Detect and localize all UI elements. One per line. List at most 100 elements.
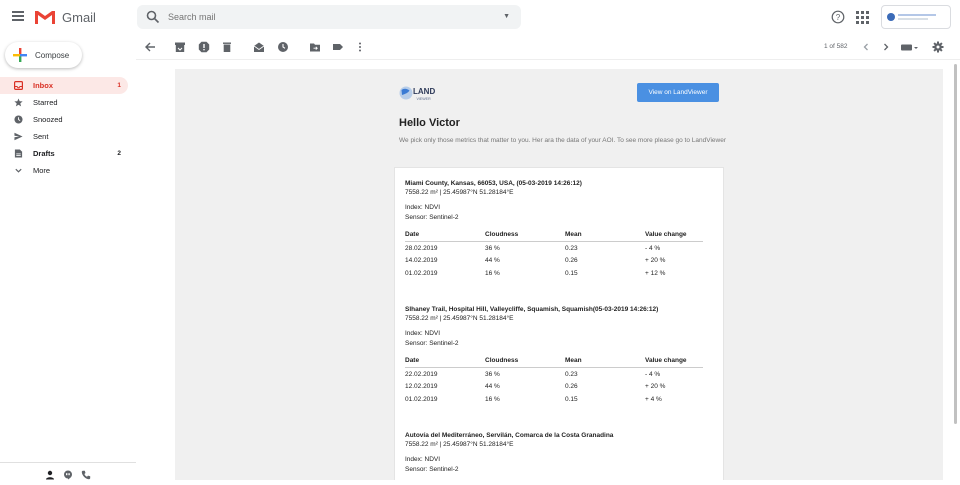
contacts-icon[interactable] — [45, 467, 55, 479]
aoi-index: Index: NDVI — [405, 204, 441, 211]
cell-date: 12.02.2019 — [405, 383, 438, 391]
account-logo-icon — [887, 13, 895, 21]
search-options-icon[interactable]: ▼ — [503, 13, 510, 20]
aoi-area: 7558.22 m² | 25.45987°N 51.28184°E — [405, 189, 514, 196]
logo-text: LAND — [413, 87, 435, 96]
sidebar-item-inbox[interactable]: Inbox 1 — [0, 77, 128, 94]
sidebar-item-label: Snoozed — [33, 115, 63, 124]
sidebar: Compose Inbox 1 Starred Snoozed Sent Dra… — [0, 34, 136, 480]
draft-icon — [14, 149, 23, 158]
app-name: Gmail — [62, 9, 96, 25]
scrollbar-thumb[interactable] — [954, 64, 957, 424]
table-row: 12.02.2019 44 % 0.26 + 20 % — [405, 381, 703, 394]
apps-grid-icon[interactable] — [856, 11, 869, 24]
cell-date: 22.02.2019 — [405, 370, 438, 378]
aoi-sensor: Sensor: Sentinel-2 — [405, 339, 459, 347]
sidebar-item-snoozed[interactable]: Snoozed — [0, 111, 128, 128]
search-input[interactable] — [168, 12, 488, 22]
back-arrow-icon[interactable] — [144, 41, 156, 53]
column-header: Value change — [645, 231, 687, 239]
cell-date: 28.02.2019 — [405, 244, 438, 252]
inbox-icon — [14, 81, 23, 90]
phone-icon[interactable] — [81, 467, 91, 479]
table-row: 01.02.2019 16 % 0.15 + 4 % — [405, 393, 703, 406]
cell-value-change: - 4 % — [645, 244, 661, 252]
aoi-title: Autovía del Mediterráneo, Servilán, Coma… — [405, 432, 614, 439]
delete-icon[interactable] — [221, 41, 233, 53]
cell-mean: 0.26 — [565, 383, 578, 391]
aoi-sensor: Sensor: Sentinel-2 — [405, 465, 459, 473]
aoi-index: Index: NDVI — [405, 456, 441, 463]
compose-label: Compose — [35, 50, 70, 60]
plus-icon — [13, 48, 27, 62]
gmail-logo[interactable]: Gmail — [34, 9, 96, 25]
move-to-icon[interactable] — [309, 41, 321, 53]
more-vert-icon[interactable] — [354, 41, 366, 53]
column-header: Cloudness — [485, 231, 519, 239]
send-icon — [14, 132, 23, 141]
landviewer-logo: LAND VIEWER — [399, 86, 435, 101]
sidebar-item-sent[interactable]: Sent — [0, 128, 128, 145]
greeting-heading: Hello Victor — [399, 117, 460, 129]
aoi-sensor: Sensor: Sentinel-2 — [405, 213, 459, 221]
cell-value-change: + 12 % — [645, 270, 666, 278]
drafts-count: 2 — [117, 150, 121, 157]
search-icon[interactable] — [146, 10, 160, 24]
cell-date: 14.02.2019 — [405, 257, 438, 265]
report-spam-icon[interactable] — [198, 41, 210, 53]
help-icon[interactable]: ? — [831, 10, 845, 24]
snooze-icon[interactable] — [277, 41, 289, 53]
chevron-right-icon[interactable] — [880, 41, 892, 53]
main-menu-icon[interactable] — [12, 11, 24, 21]
star-icon — [14, 98, 23, 107]
column-header: Cloudness — [485, 357, 519, 365]
label-icon[interactable] — [332, 41, 344, 53]
top-bar: Gmail ▼ ? — [0, 0, 960, 34]
metrics-table: Date Cloudness Mean Value change 22.02.2… — [405, 355, 703, 406]
scrollbar[interactable] — [952, 60, 958, 480]
input-tools-icon[interactable] — [900, 41, 920, 53]
account-logo-text — [898, 14, 936, 20]
nav-list: Inbox 1 Starred Snoozed Sent Drafts 2 Mo… — [0, 77, 136, 179]
cell-mean: 0.15 — [565, 270, 578, 278]
cell-value-change: + 20 % — [645, 257, 666, 265]
aoi-area: 7558.22 m² | 25.45987°N 51.28184°E — [405, 441, 514, 448]
hangouts-icon[interactable] — [63, 467, 73, 479]
column-header: Date — [405, 231, 420, 239]
sidebar-item-more[interactable]: More — [0, 162, 128, 179]
pagination-label: 1 of 582 — [824, 43, 848, 50]
sidebar-footer — [0, 462, 136, 480]
view-on-landviewer-button[interactable]: View on LandViewer — [637, 83, 719, 102]
cell-value-change: - 4 % — [645, 370, 661, 378]
chevron-left-icon[interactable] — [860, 41, 872, 53]
cell-mean: 0.15 — [565, 396, 578, 404]
logo-subtext: VIEWER — [417, 97, 432, 101]
sidebar-item-label: Drafts — [33, 149, 55, 158]
sidebar-item-starred[interactable]: Starred — [0, 94, 128, 111]
svg-text:?: ? — [836, 13, 841, 22]
archive-icon[interactable] — [174, 41, 186, 53]
email-body: LAND VIEWER View on LandViewer Hello Vic… — [175, 69, 943, 480]
column-header: Value change — [645, 357, 687, 365]
cell-cloudness: 36 % — [485, 370, 500, 378]
cell-value-change: + 20 % — [645, 383, 666, 391]
column-header: Mean — [565, 357, 582, 365]
mark-unread-icon[interactable] — [253, 41, 265, 53]
aoi-area: 7558.22 m² | 25.45987°N 51.28184°E — [405, 315, 514, 322]
sidebar-item-drafts[interactable]: Drafts 2 — [0, 145, 128, 162]
cell-date: 01.02.2019 — [405, 270, 438, 278]
account-button[interactable] — [881, 5, 951, 29]
column-header: Mean — [565, 231, 582, 239]
settings-gear-icon[interactable] — [932, 41, 944, 53]
cell-cloudness: 44 % — [485, 257, 500, 265]
aoi-section: Autovía del Mediterráneo, Servilán, Coma… — [405, 431, 710, 474]
search-bar[interactable]: ▼ — [137, 5, 521, 29]
table-row: 28.02.2019 36 % 0.23 - 4 % — [405, 242, 703, 255]
table-row: 14.02.2019 44 % 0.26 + 20 % — [405, 255, 703, 268]
inbox-count: 1 — [117, 82, 121, 89]
aoi-card: Miami County, Kansas, 66053, USA, (05-03… — [394, 167, 724, 480]
compose-button[interactable]: Compose — [5, 42, 82, 68]
cell-cloudness: 16 % — [485, 396, 500, 404]
account-logo — [886, 9, 946, 25]
table-header-row: Date Cloudness Mean Value change — [405, 229, 703, 242]
